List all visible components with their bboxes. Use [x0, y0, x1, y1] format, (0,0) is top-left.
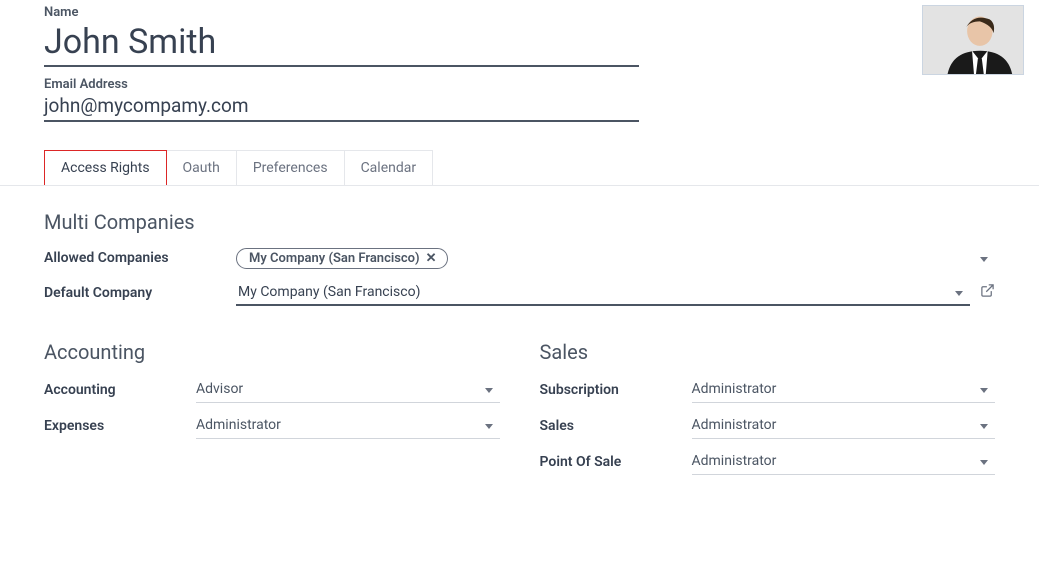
name-input[interactable]: John Smith [44, 22, 639, 67]
name-label: Name [44, 5, 995, 20]
expenses-label: Expenses [44, 418, 196, 434]
section-sales: Sales [540, 340, 996, 364]
email-label: Email Address [44, 77, 995, 92]
chevron-down-icon[interactable] [973, 250, 995, 266]
external-link-icon[interactable] [980, 283, 995, 302]
tabs: Access Rights Oauth Preferences Calendar [44, 150, 995, 186]
avatar[interactable] [922, 5, 1024, 75]
allowed-companies-field[interactable]: My Company (San Francisco) ✕ [236, 248, 973, 269]
subscription-select[interactable]: Administrator [692, 378, 996, 403]
expenses-select[interactable]: Administrator [196, 414, 500, 439]
default-company-value: My Company (San Francisco) [238, 284, 948, 300]
subscription-value: Administrator [692, 381, 974, 397]
accounting-value: Advisor [196, 381, 478, 397]
chevron-down-icon[interactable] [973, 417, 995, 433]
pos-value: Administrator [692, 453, 974, 469]
allowed-companies-label: Allowed Companies [44, 250, 236, 266]
company-chip-label: My Company (San Francisco) [249, 251, 420, 266]
pos-select[interactable]: Administrator [692, 450, 996, 475]
accounting-select[interactable]: Advisor [196, 378, 500, 403]
accounting-label: Accounting [44, 382, 196, 398]
default-company-label: Default Company [44, 285, 236, 301]
email-input[interactable]: john@mycompamy.com [44, 94, 639, 122]
sales-select[interactable]: Administrator [692, 414, 996, 439]
chevron-down-icon[interactable] [478, 381, 500, 397]
default-company-select[interactable]: My Company (San Francisco) [236, 280, 970, 306]
tab-oauth[interactable]: Oauth [166, 150, 237, 185]
expenses-value: Administrator [196, 417, 478, 433]
chevron-down-icon[interactable] [948, 284, 970, 300]
close-icon[interactable]: ✕ [426, 251, 437, 266]
chevron-down-icon[interactable] [478, 417, 500, 433]
subscription-label: Subscription [540, 382, 692, 398]
tab-preferences[interactable]: Preferences [236, 150, 345, 185]
tab-calendar[interactable]: Calendar [344, 150, 434, 185]
section-accounting: Accounting [44, 340, 500, 364]
chevron-down-icon[interactable] [973, 381, 995, 397]
sales-value: Administrator [692, 417, 974, 433]
pos-label: Point Of Sale [540, 454, 692, 470]
chevron-down-icon[interactable] [973, 453, 995, 469]
sales-label: Sales [540, 418, 692, 434]
section-multi-companies: Multi Companies [44, 210, 995, 234]
tab-access-rights[interactable]: Access Rights [44, 150, 167, 185]
